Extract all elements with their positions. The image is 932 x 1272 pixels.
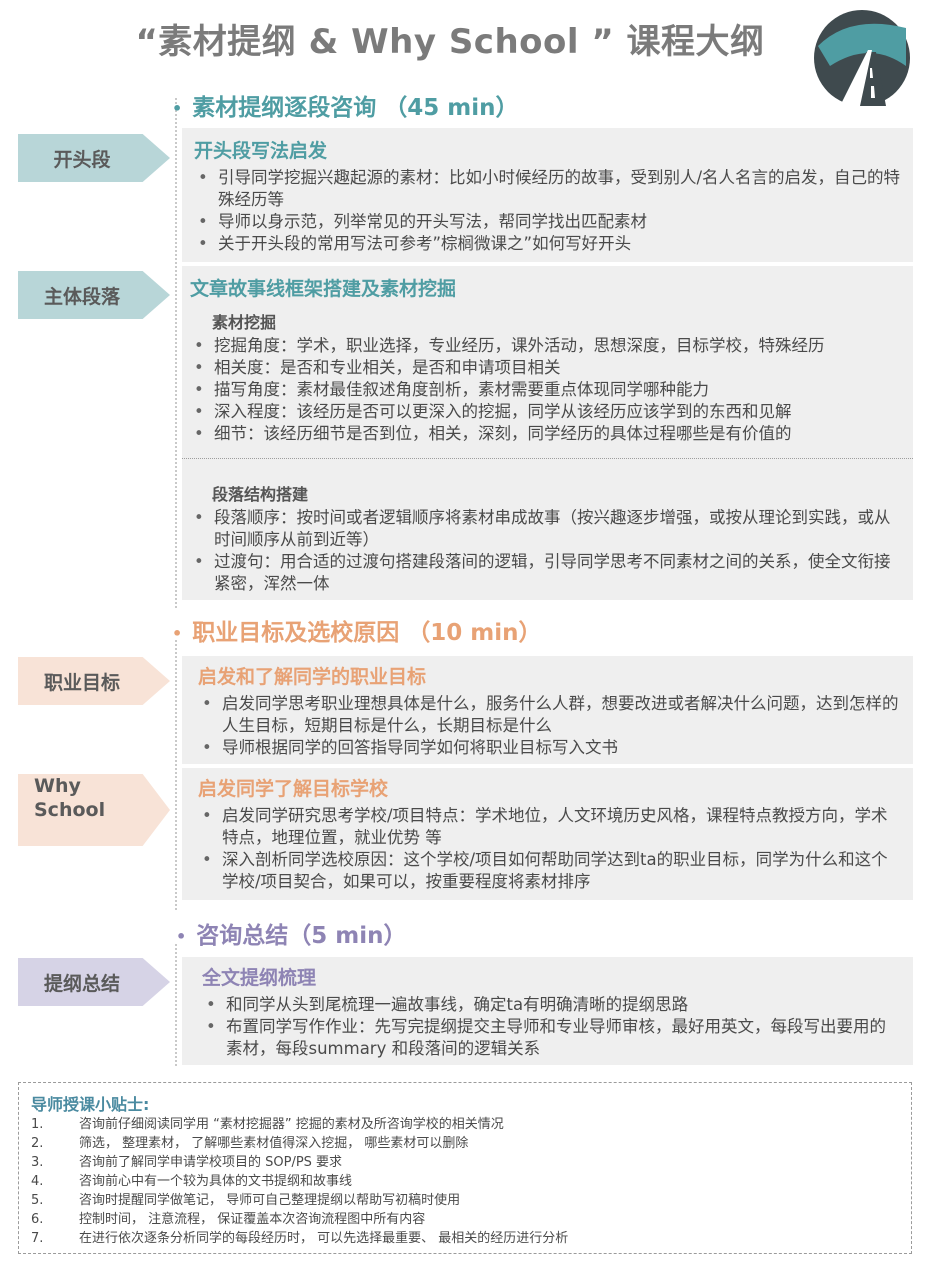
list-item: 引导同学挖掘兴趣起源的素材：比如小时候经历的故事，受到别人/名人名言的启发，自己… — [194, 167, 901, 211]
box-title: 文章故事线框架搭建及素材挖掘 — [190, 278, 457, 300]
why-school-box: 启发同学了解目标学校 启发同学研究思考学校/项目特点：学术地位，人文环境历史风格… — [182, 768, 913, 900]
list-item: 启发同学研究思考学校/项目特点：学术地位，人文环境历史风格，课程特点教授方向，学… — [198, 805, 901, 849]
item-number: 3. — [31, 1155, 44, 1170]
timeline-line — [175, 98, 177, 608]
item-text: 咨询前了解同学申请学校项目的 SOP/PS 要求 — [79, 1155, 343, 1170]
list-item: 2. 筛选， 整理素材， 了解哪些素材值得深入挖掘， 哪些素材可以删除 — [31, 1134, 901, 1153]
subsection-title: 段落结构搭建 — [212, 485, 309, 504]
list-item: 布置同学写作作业：先写完提纲提交主导师和专业导师审核，最好用英文，每段写出要用的… — [202, 1016, 901, 1060]
label-body-paragraphs: 主体段落 — [18, 271, 170, 319]
bullet-icon: • — [176, 927, 187, 946]
box-title: 全文提纲梳理 — [202, 967, 317, 989]
divider — [182, 458, 913, 459]
body-paragraphs-box: 文章故事线框架搭建及素材挖掘 素材挖掘 挖掘角度：学术，职业选择，专业经历，课外… — [182, 266, 913, 600]
tips-list: 1. 咨询前仔细阅读同学用 “素材挖掘器” 挖掘的素材及所咨询学校的相关情况 2.… — [31, 1115, 901, 1248]
item-number: 6. — [31, 1212, 44, 1227]
list-item: 启发同学思考职业理想具体是什么，服务什么人群，想要改进或者解决什么问题，达到怎样… — [198, 693, 901, 737]
item-text: 在进行依次逐条分析同学的每段经历时， 可以先选择最重要、 最相关的经历进行分析 — [79, 1231, 569, 1246]
section-heading-text: 素材提纲逐段咨询 （45 min） — [192, 95, 519, 121]
list-item: 挖掘角度：学术，职业选择，专业经历，课外活动，思想深度，目标学校，特殊经历 — [190, 335, 903, 357]
bullet-icon: • — [172, 99, 183, 118]
label-outline-summary: 提纲总结 — [18, 958, 170, 1006]
item-text: 筛选， 整理素材， 了解哪些素材值得深入挖掘， 哪些素材可以删除 — [79, 1136, 469, 1151]
list-item: 导师根据同学的回答指导同学如何将职业目标写入文书 — [198, 737, 901, 759]
career-goals-box: 启发和了解同学的职业目标 启发同学思考职业理想具体是什么，服务什么人群，想要改进… — [182, 656, 913, 764]
section-heading-text: 职业目标及选校原因 （10 min） — [192, 620, 542, 646]
bullet-list: 挖掘角度：学术，职业选择，专业经历，课外活动，思想深度，目标学校，特殊经历 相关… — [190, 335, 903, 445]
label-why-school: Why School — [18, 774, 170, 846]
list-item: 6. 控制时间， 注意流程， 保证覆盖本次咨询流程图中所有内容 — [31, 1210, 901, 1229]
bullet-list: 启发同学研究思考学校/项目特点：学术地位，人文环境历史风格，课程特点教授方向，学… — [198, 805, 901, 893]
outline-summary-box: 全文提纲梳理 和同学从头到尾梳理一遍故事线，确定ta有明确清晰的提纲思路 布置同… — [182, 957, 913, 1065]
bullet-list: 启发同学思考职业理想具体是什么，服务什么人群，想要改进或者解决什么问题，达到怎样… — [198, 693, 901, 759]
section-heading: • 素材提纲逐段咨询 （45 min） — [172, 88, 518, 122]
item-number: 5. — [31, 1193, 44, 1208]
item-number: 1. — [31, 1117, 44, 1132]
list-item: 导师以身示范，列举常见的开头写法，帮同学找出匹配素材 — [194, 211, 901, 233]
bullet-icon: • — [172, 624, 183, 643]
label-career-goals: 职业目标 — [18, 657, 170, 705]
list-item: 深入程度：该经历是否可以更深入的挖掘，同学从该经历应该学到的东西和见解 — [190, 401, 903, 423]
timeline-line — [175, 640, 177, 910]
list-item: 描写角度：素材最佳叙述角度剖析，素材需要重点体现同学哪种能力 — [190, 379, 903, 401]
subsection-title: 素材挖掘 — [212, 313, 277, 332]
bullet-list: 引导同学挖掘兴趣起源的素材：比如小时候经历的故事，受到别人/名人名言的启发，自己… — [194, 167, 901, 255]
list-item: 细节：该经历细节是否到位，相关，深刻，同学经历的具体过程哪些是有价值的 — [190, 423, 903, 445]
timeline-line — [175, 944, 177, 1066]
box-title: 启发同学了解目标学校 — [198, 778, 389, 800]
tips-title: 导师授课小贴士: — [31, 1095, 150, 1114]
box-title: 启发和了解同学的职业目标 — [198, 666, 427, 688]
page-title: “素材提纲 & Why School ” 课程大纲 — [135, 22, 765, 62]
item-text: 咨询前仔细阅读同学用 “素材挖掘器” 挖掘的素材及所咨询学校的相关情况 — [79, 1117, 504, 1132]
list-item: 1. 咨询前仔细阅读同学用 “素材挖掘器” 挖掘的素材及所咨询学校的相关情况 — [31, 1115, 901, 1134]
item-number: 4. — [31, 1174, 44, 1189]
bullet-list: 和同学从头到尾梳理一遍故事线，确定ta有明确清晰的提纲思路 布置同学写作作业：先… — [202, 994, 901, 1060]
opening-paragraph-box: 开头段写法启发 引导同学挖掘兴趣起源的素材：比如小时候经历的故事，受到别人/名人… — [182, 128, 913, 262]
item-text: 咨询前心中有一个较为具体的文书提纲和故事线 — [79, 1174, 353, 1189]
list-item: 和同学从头到尾梳理一遍故事线，确定ta有明确清晰的提纲思路 — [202, 994, 901, 1016]
list-item: 关于开头段的常用写法可参考”棕榈微课之”如何写好开头 — [194, 233, 901, 255]
list-item: 5. 咨询时提醒同学做笔记， 导师可自己整理提纲以帮助写初稿时使用 — [31, 1191, 901, 1210]
label-line: School — [34, 799, 106, 821]
section-heading: • 职业目标及选校原因 （10 min） — [172, 613, 541, 647]
item-text: 控制时间， 注意流程， 保证覆盖本次咨询流程图中所有内容 — [79, 1212, 426, 1227]
list-item: 4. 咨询前心中有一个较为具体的文书提纲和故事线 — [31, 1172, 901, 1191]
item-text: 咨询时提醒同学做笔记， 导师可自己整理提纲以帮助写初稿时使用 — [79, 1193, 461, 1208]
list-item: 相关度：是否和专业相关，是否和申请项目相关 — [190, 357, 903, 379]
bullet-list: 段落顺序：按时间或者逻辑顺序将素材串成故事（按兴趣逐步增强，或按从理论到实践，或… — [190, 507, 903, 595]
label-opening-paragraph: 开头段 — [18, 134, 170, 182]
section-heading: • 咨询总结（5 min） — [176, 916, 406, 950]
road-logo-icon — [814, 10, 910, 106]
box-title: 开头段写法启发 — [194, 140, 328, 162]
list-item: 深入剖析同学选校原因：这个学校/项目如何帮助同学达到ta的职业目标，同学为什么和… — [198, 849, 901, 893]
item-number: 7. — [31, 1231, 44, 1246]
label-line: Why — [34, 775, 81, 797]
list-item: 过渡句：用合适的过渡句搭建段落间的逻辑，引导同学思考不同素材之间的关系，使全文衔… — [190, 551, 903, 595]
section-heading-text: 咨询总结（5 min） — [196, 923, 407, 949]
tips-box: 导师授课小贴士: 1. 咨询前仔细阅读同学用 “素材挖掘器” 挖掘的素材及所咨询学… — [18, 1082, 912, 1254]
list-item: 7. 在进行依次逐条分析同学的每段经历时， 可以先选择最重要、 最相关的经历进行分… — [31, 1229, 901, 1248]
list-item: 3. 咨询前了解同学申请学校项目的 SOP/PS 要求 — [31, 1153, 901, 1172]
list-item: 段落顺序：按时间或者逻辑顺序将素材串成故事（按兴趣逐步增强，或按从理论到实践，或… — [190, 507, 903, 551]
item-number: 2. — [31, 1136, 44, 1151]
